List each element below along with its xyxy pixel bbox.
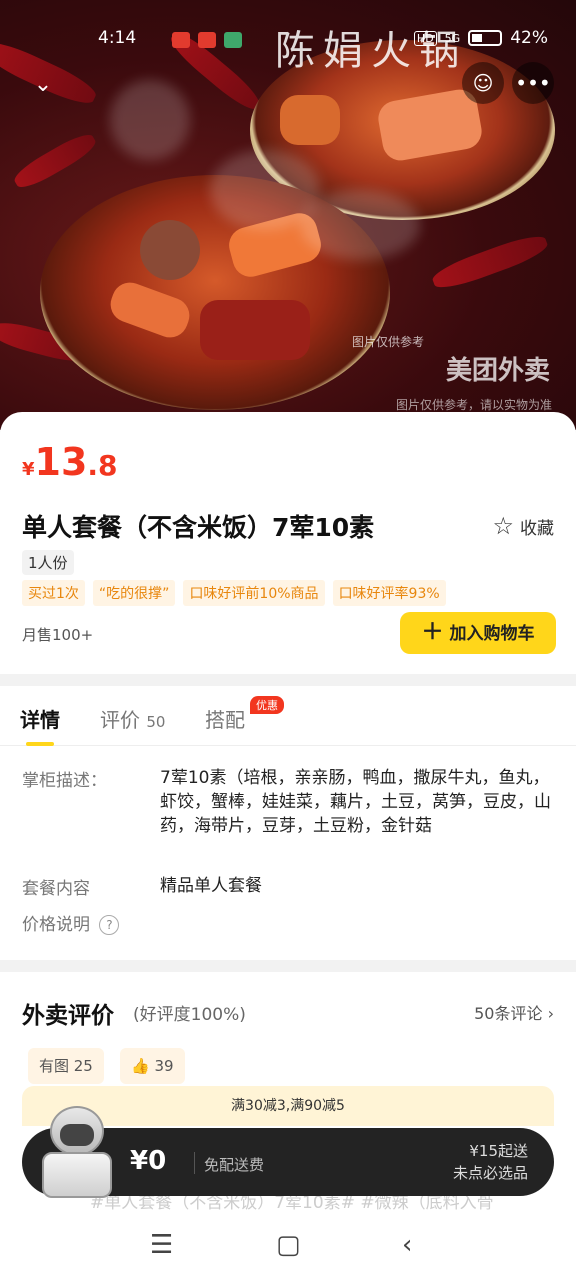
back-icon[interactable]: ‹ (402, 1230, 412, 1260)
status-bar: 4:14 HD 5G 42% (0, 26, 576, 56)
price-integer: 13 (34, 440, 88, 484)
delivery-fee: 免配送费 (204, 1156, 265, 1174)
tag-item: “吃的很撑” (92, 580, 176, 606)
tag-item: 买过1次 (22, 580, 85, 606)
tab-reviews-label: 评价 (100, 708, 140, 732)
chevron-right-icon: › (547, 1004, 554, 1023)
battery-level: 42% (510, 28, 548, 48)
favorite-button[interactable]: ☆ 收藏 (492, 512, 554, 540)
product-info-card: ¥13.8 单人套餐（不含米饭）7荤10素 ☆ 收藏 1人份 买过1次 “吃的很… (0, 412, 576, 674)
tag-item: 口味好评前10%商品 (183, 580, 325, 606)
brand-watermark: 美团外卖 (445, 356, 550, 386)
status-time: 4:14 (98, 28, 137, 48)
combo-promo-badge: 优惠 (250, 696, 284, 714)
product-price: ¥13.8 (22, 440, 118, 484)
system-nav-bar: ☰ ▢ ‹ (0, 1212, 576, 1280)
network-indicator: 5G (444, 31, 461, 45)
chevron-down-icon: ⌄ (33, 72, 53, 97)
back-button[interactable]: ⌄ (22, 68, 64, 102)
tab-details[interactable]: 详情 (20, 704, 60, 733)
required-item-note: 未点必选品 (452, 1164, 528, 1182)
customer-service-button[interactable]: ☺ (462, 62, 504, 104)
more-dots-icon: ••• (515, 71, 551, 95)
description-label: 掌柜描述： (22, 771, 107, 791)
tab-reviews[interactable]: 评价 50 (100, 704, 165, 733)
headset-icon: ☺ (472, 71, 494, 95)
all-reviews-link[interactable]: 50条评论 › (474, 1000, 554, 1024)
product-title: 单人套餐（不含米饭）7荤10素 (22, 513, 375, 542)
tab-details-label: 详情 (20, 708, 60, 732)
more-button[interactable]: ••• (512, 62, 554, 104)
reviews-rating: (好评度100%) (133, 1005, 246, 1025)
favorite-label: 收藏 (520, 518, 554, 539)
home-icon[interactable]: ▢ (276, 1230, 301, 1260)
reviews-title: 外卖评价 (22, 1003, 114, 1029)
filter-with-photos[interactable]: 有图 25 (28, 1048, 104, 1084)
hd-indicator: HD (413, 30, 437, 46)
cart-divider (194, 1152, 195, 1174)
add-to-cart-label: 加入购物车 (449, 624, 535, 644)
gallery-notification-icon (224, 32, 242, 48)
filter-likes[interactable]: 👍 39 (120, 1048, 185, 1084)
help-icon[interactable]: ? (99, 915, 120, 935)
tab-combo[interactable]: 搭配 (205, 704, 245, 733)
price-decimal: .8 (87, 449, 118, 482)
tab-reviews-count: 50 (146, 713, 166, 731)
battery-icon (468, 30, 503, 46)
tag-item: 口味好评率93% (332, 580, 446, 606)
cart-amount: ¥0 (130, 1146, 167, 1176)
plus-icon: ＋ (421, 620, 444, 645)
monthly-sales: 月售100+ (22, 626, 94, 644)
package-content-label: 套餐内容 (22, 879, 90, 899)
news-notification-icon (198, 32, 216, 48)
likes-count: 39 (154, 1057, 174, 1075)
thumbs-up-icon: 👍 (131, 1057, 150, 1075)
detail-tabs: 详情 评价 50 搭配 优惠 (0, 686, 576, 746)
min-order-amount: ¥15起送 (469, 1142, 528, 1160)
mascot-cart-icon[interactable] (36, 1106, 118, 1198)
app-notification-icon (172, 32, 190, 48)
mascot-body (42, 1152, 112, 1198)
details-section: 掌柜描述： 7荤10素（培根，亲亲肠，鸭血，撒尿牛丸，鱼丸，虾饺，蟹棒，娃娃菜，… (0, 746, 576, 960)
star-icon: ☆ (492, 512, 514, 540)
price-currency: ¥ (22, 459, 35, 480)
mascot-face (60, 1124, 94, 1146)
product-tags: 买过1次 “吃的很撑” 口味好评前10%商品 口味好评率93% (22, 580, 446, 606)
reviews-count-label: 50条评论 (474, 1004, 543, 1023)
package-content-value: 精品单人套餐 (160, 876, 262, 896)
min-order-info: ¥15起送 未点必选品 (453, 1140, 528, 1184)
tab-combo-label: 搭配 (205, 708, 245, 732)
image-disclaimer-note: 图片仅供参考，请以实物为准 (395, 398, 552, 412)
menu-icon[interactable]: ☰ (150, 1230, 173, 1260)
price-note-label: 价格说明 (22, 915, 90, 935)
description-value: 7荤10素（培根，亲亲肠，鸭血，撒尿牛丸，鱼丸，虾饺，蟹棒，娃娃菜，藕片，土豆，… (160, 768, 551, 836)
portion-badge: 1人份 (22, 550, 74, 575)
add-to-cart-button[interactable]: ＋ 加入购物车 (400, 612, 556, 654)
image-disclaimer: 图片仅供参考 (352, 335, 425, 349)
price-note-row[interactable]: 价格说明 ? (22, 910, 120, 935)
